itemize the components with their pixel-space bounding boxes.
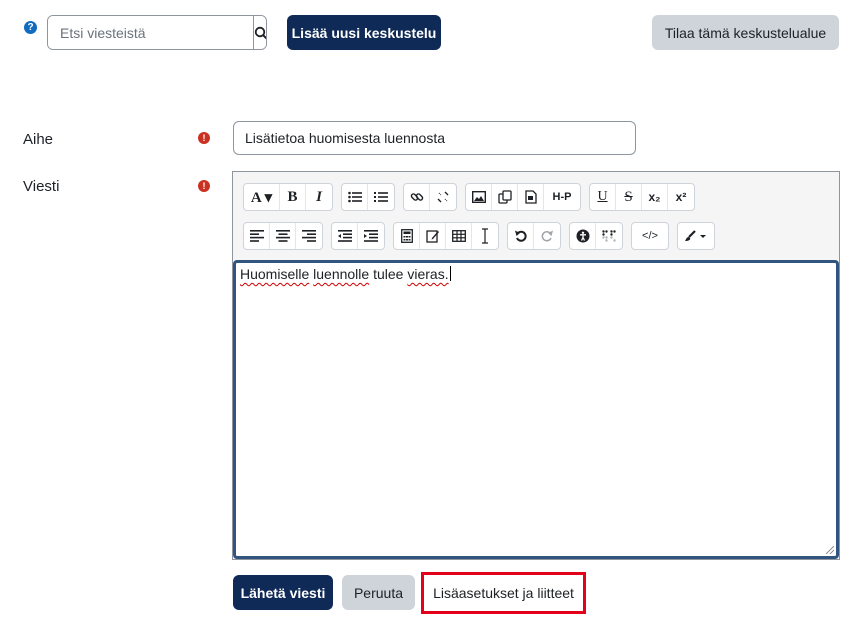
message-word: luennolle [313, 266, 370, 282]
accessibility-icon [576, 229, 589, 243]
tools-group [393, 222, 499, 250]
align-right-button[interactable] [296, 223, 322, 249]
subscribe-button[interactable]: Tilaa tämä keskustelualue [652, 15, 839, 50]
equation-icon [400, 229, 413, 243]
html-source-button[interactable]: </> [632, 223, 668, 249]
required-icon: ! [198, 180, 210, 192]
search-icon [254, 26, 266, 39]
clear-format-icon [482, 228, 488, 244]
numbered-list-icon [374, 192, 388, 202]
bullet-list-icon [347, 191, 362, 203]
message-word: vieras. [407, 266, 449, 282]
html-group: </> [631, 222, 669, 250]
align-group [243, 222, 323, 250]
more-tools-button[interactable] [678, 223, 714, 249]
align-left-button[interactable] [244, 223, 270, 249]
outdent-icon [337, 230, 352, 242]
link-group [403, 183, 457, 211]
text-format-group: U S x₂ x² [589, 183, 695, 211]
unlink-icon [437, 191, 449, 203]
italic-button[interactable]: I [306, 184, 332, 210]
redo-icon [541, 230, 553, 242]
help-icon[interactable]: ? [24, 21, 37, 34]
outdent-button[interactable] [332, 223, 358, 249]
rich-text-editor: A ▾ B I H-P U S x₂ x² </> Huomiselle lue… [232, 171, 840, 560]
bold-button[interactable]: B [280, 184, 306, 210]
bullet-list-button[interactable] [342, 184, 368, 210]
subject-label: Aihe [23, 131, 54, 148]
align-right-icon [302, 230, 316, 242]
accessibility-group [569, 222, 623, 250]
table-button[interactable] [446, 223, 472, 249]
list-group [341, 183, 395, 211]
image-button[interactable] [466, 184, 492, 210]
numbered-list-button[interactable] [368, 184, 394, 210]
image-icon [471, 191, 486, 203]
search-input[interactable] [48, 16, 253, 49]
message-word: tulee [373, 266, 404, 282]
h5p-button[interactable]: H-P [544, 184, 580, 210]
undo-icon [514, 230, 527, 242]
history-group [507, 222, 561, 250]
message-textarea[interactable]: Huomiselle luennolle tulee vieras. [233, 260, 839, 559]
font-style-group: A ▾ B I [243, 183, 333, 211]
align-center-icon [275, 230, 290, 242]
edit-button[interactable] [420, 223, 446, 249]
superscript-button[interactable]: x² [668, 184, 694, 210]
unlink-button[interactable] [430, 184, 456, 210]
link-button[interactable] [404, 184, 430, 210]
align-center-button[interactable] [270, 223, 296, 249]
subscript-button[interactable]: x₂ [642, 184, 668, 210]
redo-button[interactable] [534, 223, 560, 249]
media-icon [497, 190, 512, 204]
brush-icon [685, 230, 706, 241]
file-button[interactable] [518, 184, 544, 210]
underline-button[interactable]: U [590, 184, 616, 210]
toolbar-row-2: </> [243, 222, 723, 250]
advanced-settings-link[interactable]: Lisäasetukset ja liitteet [421, 572, 586, 614]
search-button[interactable] [253, 16, 266, 49]
file-icon [524, 190, 537, 204]
media-group: H-P [465, 183, 581, 211]
undo-button[interactable] [508, 223, 534, 249]
accessibility-checker-button[interactable] [570, 223, 596, 249]
screenreader-helper-button[interactable] [596, 223, 622, 249]
subject-input[interactable]: Lisätietoa huomisesta luennosta [233, 121, 636, 155]
indent-button[interactable] [358, 223, 384, 249]
text-cursor [449, 266, 451, 281]
font-size-dropdown[interactable]: A ▾ [244, 184, 280, 210]
resize-handle[interactable] [826, 546, 834, 554]
message-label: Viesti [23, 178, 60, 195]
table-icon [451, 230, 466, 242]
link-icon [410, 193, 423, 201]
indent-group [331, 222, 385, 250]
search-box [47, 15, 267, 50]
post-message-button[interactable]: Lähetä viesti [233, 575, 333, 610]
equation-button[interactable] [394, 223, 420, 249]
add-discussion-button[interactable]: Lisää uusi keskustelu [287, 15, 441, 50]
message-word: Huomiselle [240, 266, 310, 282]
required-icon: ! [198, 132, 210, 144]
screenreader-icon [602, 230, 616, 242]
toolbar-row-1: A ▾ B I H-P U S x₂ x² [243, 183, 703, 211]
clear-format-button[interactable] [472, 223, 498, 249]
indent-icon [364, 230, 378, 242]
more-group [677, 222, 715, 250]
media-button[interactable] [492, 184, 518, 210]
align-left-icon [249, 230, 264, 242]
strikethrough-button[interactable]: S [616, 184, 642, 210]
edit-icon [425, 230, 439, 243]
cancel-button[interactable]: Peruuta [342, 575, 415, 610]
